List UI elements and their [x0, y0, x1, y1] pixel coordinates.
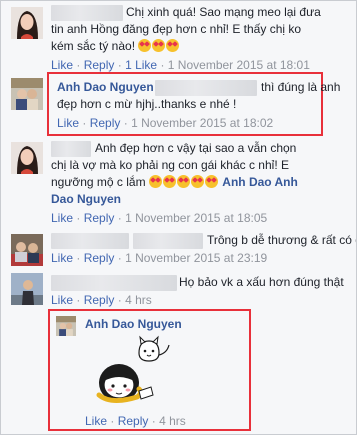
reply-link[interactable]: Reply: [84, 293, 115, 307]
tagged-name[interactable]: Dao Nguyen: [51, 191, 121, 208]
timestamp[interactable]: 1 November 2015 at 23:19: [125, 251, 267, 265]
like-link[interactable]: Like: [51, 58, 73, 72]
comment-text: ngưỡng mộ c lắm: [51, 175, 146, 189]
blurred-username: [51, 141, 91, 157]
blurred-username: [51, 5, 123, 21]
blurred-username: [51, 233, 129, 249]
like-link[interactable]: Like: [57, 116, 79, 130]
like-link[interactable]: Like: [51, 211, 73, 225]
avatar[interactable]: [11, 273, 43, 305]
heart-eyes-emoji-icon: [176, 175, 190, 188]
comment-actions: Like · Reply · 1 November 2015 at 23:19: [51, 251, 268, 265]
timestamp[interactable]: 1 November 2015 at 18:05: [125, 211, 267, 225]
heart-eyes-emoji-icon: [166, 39, 180, 52]
comment-text-line: kém sắc tý nào!: [51, 38, 180, 55]
comment-actions: Like · Reply · 1 November 2015 at 18:02: [57, 116, 274, 130]
comment-text: tin anh Hồng đăng đẹp hơn c nhỉ! E thấy …: [51, 22, 302, 36]
comment-text-line: ngưỡng mộ c lắm Anh Dao Anh: [51, 174, 298, 191]
reply-link[interactable]: Reply: [118, 414, 149, 428]
timestamp[interactable]: 1 November 2015 at 18:01: [168, 58, 310, 72]
heart-eyes-emoji-icon: [204, 175, 218, 188]
comment-actions: Like · Reply · 4 hrs: [85, 414, 186, 428]
like-link[interactable]: Like: [51, 251, 73, 265]
comment-item: Anh Dao Nguyen thì đúng là anh đẹp hơn c…: [1, 75, 356, 135]
comment-text: thì đúng là anh: [261, 80, 341, 94]
avatar[interactable]: [11, 7, 43, 39]
heart-eyes-emoji-icon: [162, 175, 176, 188]
tagged-name[interactable]: Anh Dao Anh: [222, 175, 298, 189]
reply-link[interactable]: Reply: [84, 58, 115, 72]
heart-eyes-emoji-icon: [190, 175, 204, 188]
comment-thread: Chị xinh quá! Sao mạng meo lại đưa tin a…: [0, 0, 357, 435]
blurred-tag: [155, 80, 257, 96]
reply-link[interactable]: Reply: [84, 211, 115, 225]
sticker-image[interactable]: [81, 333, 173, 409]
reply-link[interactable]: Reply: [84, 251, 115, 265]
comment-author[interactable]: Anh Dao Nguyen: [57, 79, 154, 96]
heart-eyes-emoji-icon: [152, 39, 166, 52]
likes-count[interactable]: 1 Like: [125, 58, 157, 72]
comment-item: Anh Dao Nguyen Like · Reply · 4 hrs: [1, 311, 356, 429]
comment-text: kém sắc tý nào!: [51, 39, 136, 53]
heart-eyes-emoji-icon: [138, 39, 152, 52]
like-link[interactable]: Like: [51, 293, 73, 307]
comment-text: Trông b dễ thương & rất có duyên!: [207, 233, 356, 247]
comment-text: Anh đẹp hơn c vậy tại sao a vẫn chọn: [95, 141, 297, 155]
avatar[interactable]: [11, 142, 43, 174]
avatar[interactable]: [56, 316, 76, 336]
avatar[interactable]: [11, 78, 43, 110]
timestamp[interactable]: 1 November 2015 at 18:02: [131, 116, 273, 130]
comment-item: Anh đẹp hơn c vậy tại sao a vẫn chọn chị…: [1, 137, 356, 227]
timestamp[interactable]: 4 hrs: [125, 293, 152, 307]
reply-link[interactable]: Reply: [90, 116, 121, 130]
comment-text: chị là vợ mà ko phải ng con gái khác c n…: [51, 158, 289, 172]
heart-eyes-emoji-icon: [148, 175, 162, 188]
blurred-username: [51, 275, 177, 291]
comment-item: Trông b dễ thương & rất có duyên! Like ·…: [1, 229, 356, 269]
timestamp[interactable]: 4 hrs: [159, 414, 186, 428]
comment-text: Chị xinh quá! Sao mạng meo lại đưa: [126, 5, 321, 19]
comment-text: đẹp hơn c mừ hjhj..thanks e nhé !: [57, 97, 237, 111]
blurred-username: [133, 233, 203, 249]
comment-author[interactable]: Anh Dao Nguyen: [85, 316, 182, 333]
comment-actions: Like · Reply · 1 Like · 1 November 2015 …: [51, 58, 310, 72]
comment-actions: Like · Reply · 1 November 2015 at 18:05: [51, 211, 268, 225]
like-link[interactable]: Like: [85, 414, 107, 428]
avatar[interactable]: [11, 234, 43, 266]
comment-item: Họ bảo vk a xấu hơn đúng thật Like · Rep…: [1, 271, 356, 311]
comment-actions: Like · Reply · 4 hrs: [51, 293, 152, 307]
comment-text: Họ bảo vk a xấu hơn đúng thật: [179, 275, 344, 289]
comment-item: Chị xinh quá! Sao mạng meo lại đưa tin a…: [1, 1, 356, 72]
